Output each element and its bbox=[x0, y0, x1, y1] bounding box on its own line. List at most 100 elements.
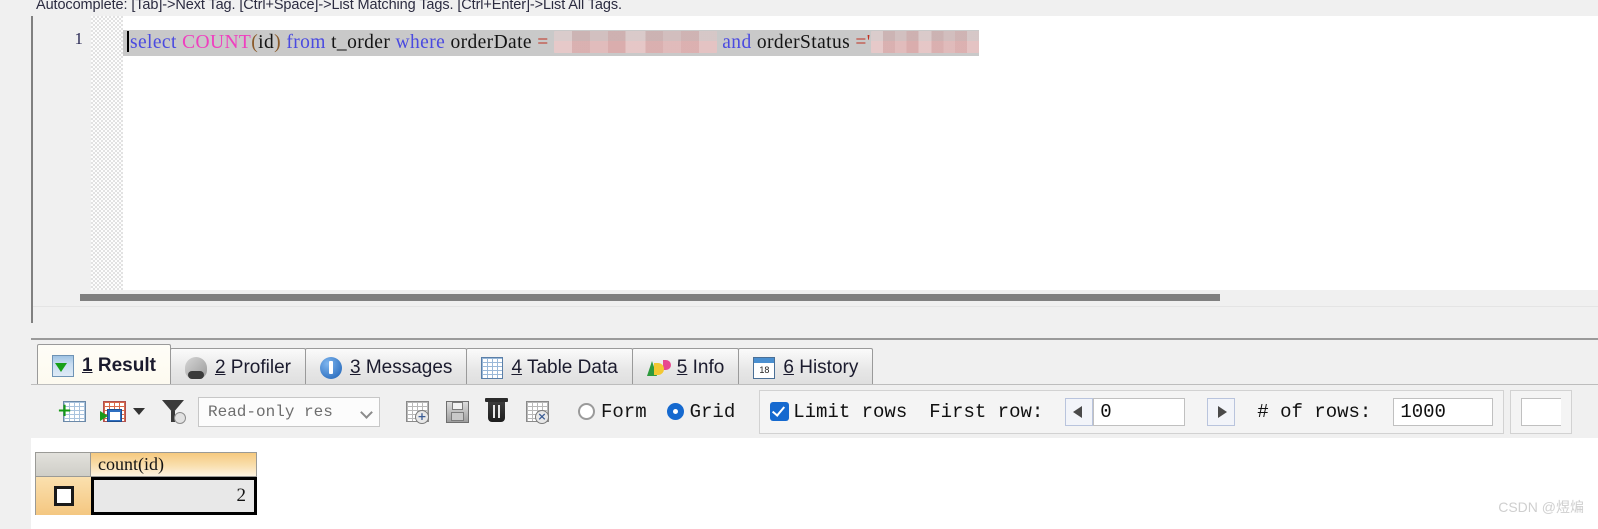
sql-column-orderdate: orderDate bbox=[450, 32, 532, 53]
tab-messages[interactable]: 3 Messages bbox=[304, 348, 468, 386]
grid-column-header-count-id[interactable]: count(id) bbox=[91, 452, 257, 477]
duplicate-record-icon[interactable]: + bbox=[401, 398, 431, 426]
filter-wizard-icon[interactable] bbox=[158, 398, 188, 426]
redacted-status-value bbox=[870, 31, 979, 53]
code-area[interactable]: select COUNT(id) from t_order where orde… bbox=[123, 16, 1598, 323]
add-record-icon[interactable]: + bbox=[57, 398, 88, 426]
sql-editor-pane[interactable]: 1 select COUNT(id) from t_order where or… bbox=[31, 16, 1598, 323]
apply-arrow-icon bbox=[100, 410, 108, 421]
line-number-gutter: 1 bbox=[33, 16, 91, 323]
trash-can-icon bbox=[485, 397, 508, 422]
calendar-icon bbox=[753, 356, 776, 379]
limit-rows-checkbox[interactable] bbox=[770, 402, 790, 421]
tab-history-accelerator: 6 bbox=[783, 356, 794, 378]
row-selector-cell[interactable] bbox=[35, 477, 91, 515]
tab-table-data-text: Table Data bbox=[522, 356, 618, 378]
result-tab-bar: 1 Result 2 Profiler 3 Messages 4 Table D… bbox=[31, 338, 1598, 386]
limit-rows-label: Limit rows bbox=[793, 400, 908, 423]
result-grid-icon bbox=[52, 354, 74, 377]
line-number-1: 1 bbox=[74, 29, 84, 48]
messages-info-icon bbox=[319, 356, 342, 379]
chevron-down-icon bbox=[362, 408, 373, 415]
chevron-down-icon[interactable] bbox=[133, 408, 145, 415]
view-mode-form[interactable]: Form bbox=[578, 401, 647, 423]
table-row[interactable]: 2 bbox=[35, 477, 257, 515]
profiler-icon bbox=[184, 356, 207, 379]
redacted-date-value bbox=[553, 31, 717, 53]
tab-table-data-accelerator: 4 bbox=[511, 356, 523, 378]
sql-keyword-select: select bbox=[130, 32, 177, 53]
tab-info-accelerator: 5 bbox=[676, 356, 688, 378]
plus-badge-icon: + bbox=[57, 399, 73, 421]
autocomplete-hint-bar: Autocomplete: [Tab]->Next Tag. [Ctrl+Spa… bbox=[0, 0, 1598, 16]
limit-rows-group: Limit rows First row: 0 # of rows: 1000 bbox=[759, 389, 1505, 434]
num-rows-label: # of rows: bbox=[1257, 400, 1372, 423]
tab-messages-label: 3 Messages bbox=[350, 357, 452, 379]
tab-result-accelerator: 1 bbox=[82, 354, 93, 376]
first-row-input[interactable]: 0 bbox=[1093, 397, 1186, 426]
result-toolbar: + Read-only res + × Form Grid Limit rows… bbox=[31, 384, 1598, 438]
tab-info[interactable]: 5 Info bbox=[631, 348, 740, 386]
code-fold-column[interactable] bbox=[91, 16, 123, 292]
tab-info-label: 5 Info bbox=[677, 357, 725, 379]
result-mode-select[interactable]: Read-only res bbox=[198, 396, 380, 427]
autocomplete-hint-text: Autocomplete: [Tab]->Next Tag. [Ctrl+Spa… bbox=[36, 0, 622, 13]
arrow-left-glyph bbox=[1073, 405, 1083, 418]
view-mode-grid[interactable]: Grid bbox=[666, 400, 736, 423]
grid-cell-count-id[interactable]: 2 bbox=[91, 477, 257, 515]
delete-record-icon[interactable] bbox=[481, 397, 511, 426]
editor-bottom-edge bbox=[33, 306, 1598, 323]
sql-keyword-and: and bbox=[722, 32, 752, 53]
tab-info-text: Info bbox=[687, 356, 725, 378]
sql-keyword-from: from bbox=[286, 32, 326, 53]
view-mode-grid-label: Grid bbox=[689, 400, 736, 423]
editor-horizontal-scrollbar[interactable] bbox=[33, 290, 1598, 306]
tab-result-text: Result bbox=[92, 354, 156, 376]
tab-profiler-text: Profiler bbox=[225, 356, 291, 378]
radio-form-icon[interactable] bbox=[578, 403, 595, 420]
info-chart-icon bbox=[646, 357, 669, 379]
grid-corner-header[interactable] bbox=[35, 452, 91, 477]
num-rows-input[interactable]: 1000 bbox=[1393, 397, 1494, 426]
first-row-label: First row: bbox=[929, 400, 1044, 423]
tab-result-label: 1 Result bbox=[82, 355, 156, 377]
floppy-disk-icon bbox=[446, 400, 469, 423]
sql-table-name: t_order bbox=[331, 32, 391, 53]
sql-equals-2: = bbox=[855, 32, 867, 53]
sql-equals-1: = bbox=[537, 32, 549, 53]
sql-column-orderstatus: orderStatus bbox=[756, 32, 851, 53]
apply-changes-icon[interactable] bbox=[98, 398, 128, 426]
sql-editor-window: Autocomplete: [Tab]->Next Tag. [Ctrl+Spa… bbox=[0, 0, 1598, 529]
tab-result[interactable]: 1 Result bbox=[37, 344, 171, 386]
tab-messages-accelerator: 3 bbox=[349, 356, 361, 378]
sql-close-paren: ) bbox=[274, 32, 282, 53]
funnel-badge-icon bbox=[174, 411, 186, 424]
sql-column-id: id bbox=[258, 32, 275, 53]
table-data-icon bbox=[481, 356, 504, 379]
save-record-icon[interactable] bbox=[441, 398, 471, 426]
editor-scrollbar-thumb[interactable] bbox=[80, 294, 1220, 301]
duplicate-badge-icon: + bbox=[415, 409, 429, 424]
row-selector-box-icon bbox=[53, 486, 74, 506]
sql-statement-line[interactable]: select COUNT(id) from t_order where orde… bbox=[123, 30, 979, 56]
tab-list: 1 Result 2 Profiler 3 Messages 4 Table D… bbox=[37, 344, 874, 386]
tab-history-text: History bbox=[793, 356, 859, 378]
revert-record-icon[interactable]: × bbox=[521, 398, 551, 426]
result-data-grid[interactable]: count(id) 2 bbox=[31, 438, 1598, 529]
tab-history-label: 6 History bbox=[783, 357, 858, 379]
tab-profiler[interactable]: 2 Profiler bbox=[169, 348, 306, 386]
tab-table-data-label: 4 Table Data bbox=[511, 357, 617, 379]
result-mode-value: Read-only res bbox=[208, 402, 333, 421]
radio-grid-icon[interactable] bbox=[666, 403, 684, 420]
apply-changes-badge-icon bbox=[107, 408, 122, 422]
arrow-left-icon[interactable] bbox=[1065, 397, 1094, 426]
tab-history[interactable]: 6 History bbox=[738, 348, 874, 386]
overflow-input[interactable] bbox=[1521, 397, 1562, 426]
toolbar-overflow-group bbox=[1510, 389, 1573, 434]
sql-keyword-where: where bbox=[395, 32, 446, 53]
view-mode-form-label: Form bbox=[601, 400, 647, 423]
arrow-right-icon[interactable] bbox=[1207, 397, 1236, 426]
watermark-text: CSDN @煜煸 bbox=[1498, 499, 1584, 515]
tab-table-data[interactable]: 4 Table Data bbox=[466, 348, 633, 386]
tab-messages-text: Messages bbox=[360, 356, 453, 378]
